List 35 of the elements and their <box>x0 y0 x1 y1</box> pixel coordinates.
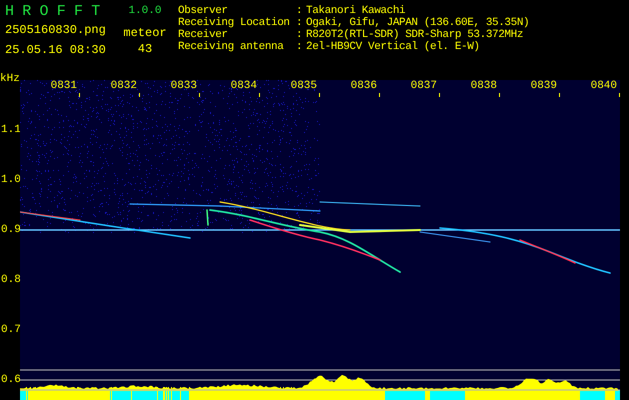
colon-separator: : <box>296 5 302 17</box>
time-label: 0835 <box>290 80 317 92</box>
frequency-label: 1.0 <box>0 174 20 186</box>
info-label: Receiving Location <box>178 17 291 29</box>
time-label: 0838 <box>470 80 497 92</box>
file-name: 2505160830.png <box>5 24 107 36</box>
time-label: 0836 <box>350 80 377 92</box>
info-label: Observer <box>178 5 229 17</box>
time-label: 0833 <box>170 80 197 92</box>
app-title: HROFFT <box>5 4 110 19</box>
time-label: 0834 <box>230 80 257 92</box>
info-value: Ogaki, Gifu, JAPAN (136.60E, 35.35N) <box>306 17 530 29</box>
info-value: R820T2(RTL-SDR) SDR-Sharp 53.372MHz <box>306 29 524 41</box>
colon-separator: : <box>296 41 302 53</box>
info-label: Receiver <box>178 29 229 41</box>
date-time: 25.05.16 08:30 <box>5 44 107 56</box>
frequency-label: 0.9 <box>0 224 20 236</box>
version-label: 1.0.0 <box>128 5 162 17</box>
frequency-label: 1.1 <box>0 124 20 136</box>
axis-unit-label: kHz <box>0 72 20 86</box>
info-label: Receiving antenna <box>178 41 284 53</box>
colon-separator: : <box>296 29 302 41</box>
count-label: meteor <box>123 27 167 39</box>
frequency-label: 0.7 <box>0 324 20 336</box>
meteor-count: 43 <box>138 43 152 55</box>
info-value: 2el-HB9CV Vertical (el. E-W) <box>306 41 481 53</box>
time-label: 0837 <box>410 80 437 92</box>
info-value: Takanori Kawachi <box>306 5 406 17</box>
frequency-label: 0.6 <box>0 374 20 386</box>
time-label: 0832 <box>110 80 137 92</box>
frequency-label: 0.8 <box>0 274 20 286</box>
time-label: 0839 <box>530 80 557 92</box>
time-label: 0840 <box>590 80 617 92</box>
time-label: 0831 <box>50 80 77 92</box>
colon-separator: : <box>296 17 302 29</box>
